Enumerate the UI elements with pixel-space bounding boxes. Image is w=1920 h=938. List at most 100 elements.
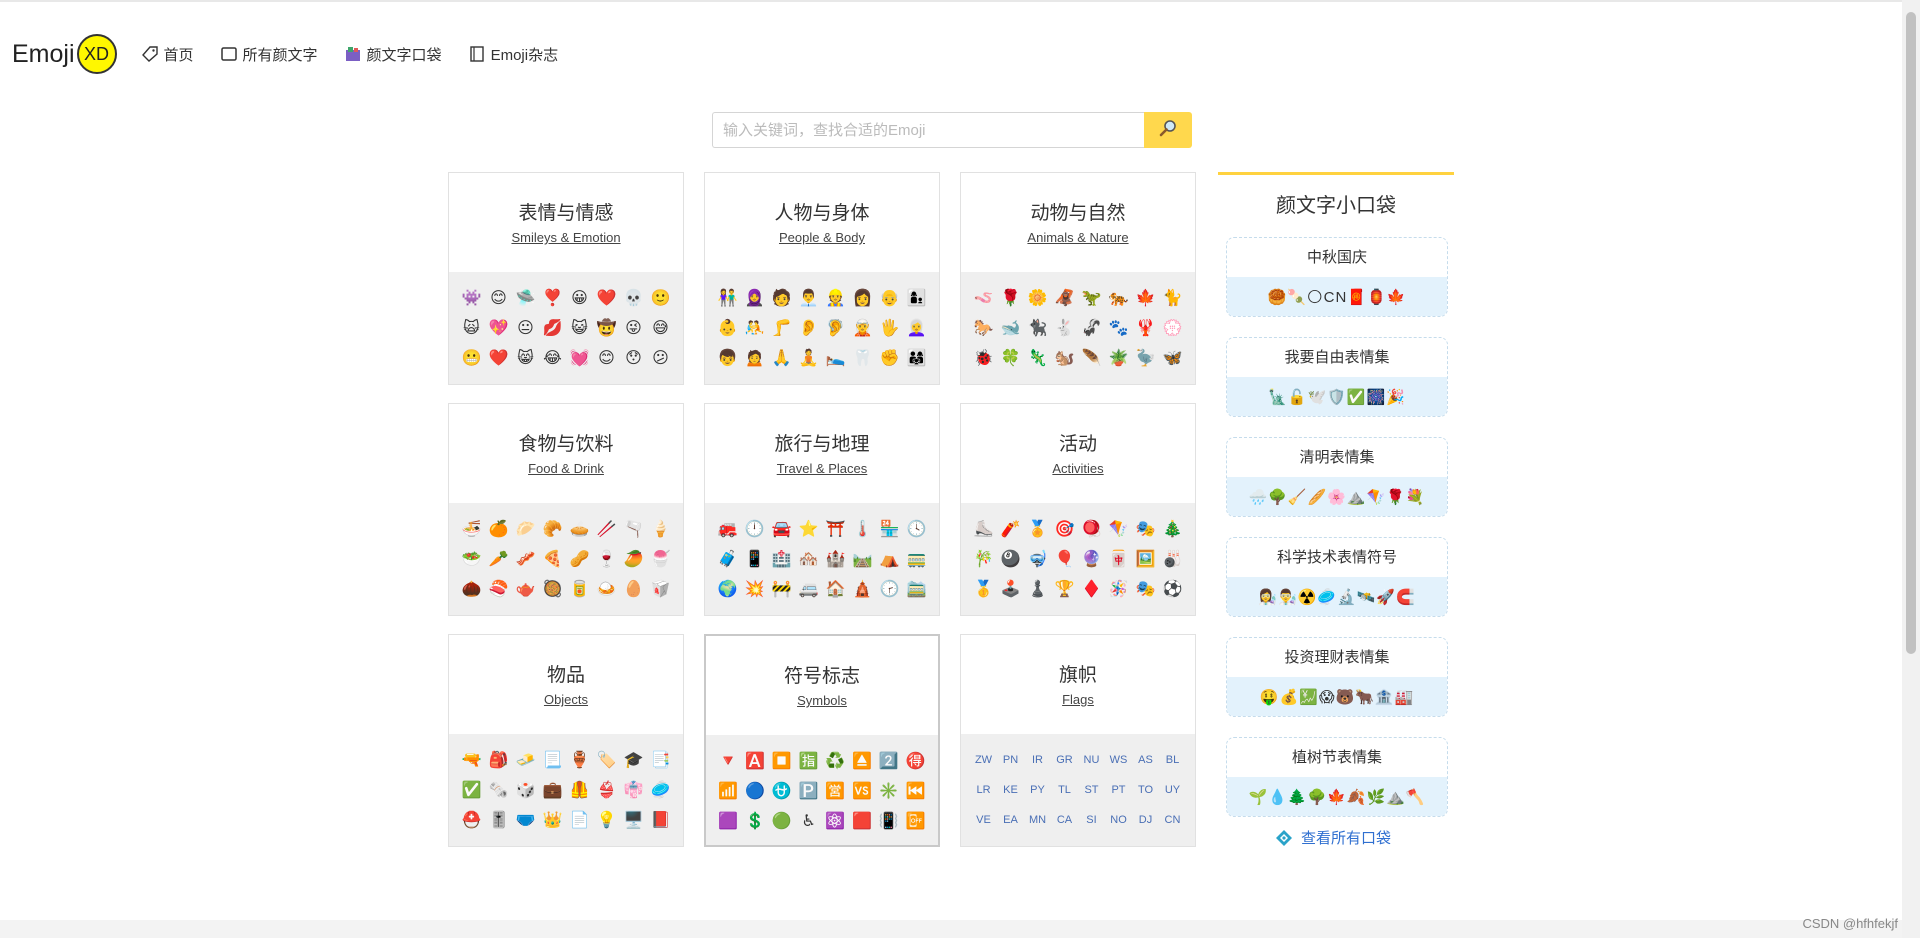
emoji-cell[interactable]: ⚛️: [822, 806, 849, 836]
emoji-cell[interactable]: 🧳: [714, 544, 741, 574]
emoji-cell[interactable]: 🦖: [1078, 283, 1105, 313]
emoji-cell[interactable]: 🎭: [1132, 514, 1159, 544]
emoji-cell[interactable]: 🖼️: [1132, 544, 1159, 574]
emoji-cell[interactable]: 😀: [566, 283, 593, 313]
emoji-cell[interactable]: 🎄: [1159, 514, 1186, 544]
emoji-cell[interactable]: 🗞️: [485, 775, 512, 805]
emoji-cell[interactable]: 🦧: [1051, 283, 1078, 313]
emoji-cell[interactable]: 🪱: [970, 283, 997, 313]
flag-code-cell[interactable]: PN: [997, 745, 1024, 775]
flag-code-cell[interactable]: TO: [1132, 775, 1159, 805]
emoji-cell[interactable]: ✅: [458, 775, 485, 805]
emoji-cell[interactable]: 📶: [715, 776, 742, 806]
emoji-cell[interactable]: 🅿️: [795, 776, 822, 806]
emoji-cell[interactable]: 🏠: [822, 574, 849, 604]
flag-code-cell[interactable]: WS: [1105, 745, 1132, 775]
pocket-item[interactable]: 投资理财表情集 🤑💰💹😱🐻🐂🏦🏭: [1226, 637, 1448, 717]
nav-kaomoji-pocket[interactable]: 颜文字口袋: [344, 44, 442, 65]
emoji-cell[interactable]: 🅰️: [742, 746, 769, 776]
emoji-cell[interactable]: 😐: [512, 313, 539, 343]
scrollbar-thumb[interactable]: [1906, 12, 1916, 654]
emoji-cell[interactable]: 🧝: [849, 313, 876, 343]
emoji-cell[interactable]: 2️⃣: [876, 746, 903, 776]
emoji-cell[interactable]: 🕝: [876, 574, 903, 604]
category-card-travel[interactable]: 旅行与地理 Travel & Places 🚒 🕛 🚘 ⭐ ⛩️ 🌡️ 🏪 🕓 🧳 📱 🏥 🏘️ 🏰 🛤️…: [704, 403, 940, 616]
emoji-cell[interactable]: 😂: [539, 343, 566, 373]
emoji-cell[interactable]: 🙏: [768, 343, 795, 373]
emoji-cell[interactable]: 🐈‍⬛: [1024, 313, 1051, 343]
emoji-cell[interactable]: 📃: [539, 745, 566, 775]
emoji-cell[interactable]: 🥭: [620, 544, 647, 574]
emoji-cell[interactable]: 🐞: [970, 343, 997, 373]
emoji-cell[interactable]: 🥇: [970, 574, 997, 604]
emoji-cell[interactable]: 💼: [539, 775, 566, 805]
emoji-cell[interactable]: 🖥️: [620, 805, 647, 835]
emoji-cell[interactable]: 🎓: [620, 745, 647, 775]
emoji-cell[interactable]: ♟️: [1024, 574, 1051, 604]
emoji-cell[interactable]: 🐿️: [1051, 343, 1078, 373]
emoji-cell[interactable]: 🎋: [970, 544, 997, 574]
emoji-cell[interactable]: 🐈: [1159, 283, 1186, 313]
emoji-cell[interactable]: 📳: [876, 806, 903, 836]
emoji-cell[interactable]: 👩‍👦: [903, 283, 930, 313]
emoji-cell[interactable]: 🎳: [1159, 544, 1186, 574]
category-card-smileys[interactable]: 表情与情感 Smileys & Emotion 👾 😊 🛸 ❣️ 😀 ❤️ 💀 🙂 🙀 💖 😐 💋 😺 🤠…: [448, 172, 684, 385]
emoji-cell[interactable]: 🍧: [647, 544, 674, 574]
emoji-cell[interactable]: 👶: [714, 313, 741, 343]
emoji-cell[interactable]: 💓: [566, 343, 593, 373]
flag-code-cell[interactable]: CN: [1159, 805, 1186, 835]
emoji-cell[interactable]: 👩: [849, 283, 876, 313]
vertical-scrollbar[interactable]: [1902, 0, 1920, 938]
emoji-cell[interactable]: 🐇: [1051, 313, 1078, 343]
flag-code-cell[interactable]: PY: [1024, 775, 1051, 805]
pocket-item[interactable]: 清明表情集 🌧️🌳🧹🥖🌸⛰️🪁🌹💐: [1226, 437, 1448, 517]
flag-code-cell[interactable]: UY: [1159, 775, 1186, 805]
flag-code-cell[interactable]: MN: [1024, 805, 1051, 835]
flag-code-cell[interactable]: PT: [1105, 775, 1132, 805]
emoji-cell[interactable]: 💮: [1159, 313, 1186, 343]
emoji-cell[interactable]: 🥐: [539, 514, 566, 544]
emoji-cell[interactable]: 🪴: [1105, 343, 1132, 373]
emoji-cell[interactable]: 🤼: [741, 313, 768, 343]
card-subtitle-link[interactable]: Smileys & Emotion: [449, 230, 683, 245]
emoji-cell[interactable]: 🌡️: [849, 514, 876, 544]
emoji-cell[interactable]: ♿: [795, 806, 822, 836]
emoji-cell[interactable]: 🍜: [458, 514, 485, 544]
emoji-cell[interactable]: ⛺: [876, 544, 903, 574]
emoji-cell[interactable]: 🫖: [512, 574, 539, 604]
emoji-cell[interactable]: ❤️: [593, 283, 620, 313]
emoji-cell[interactable]: 🧘: [795, 343, 822, 373]
emoji-cell[interactable]: 🈯: [795, 746, 822, 776]
emoji-cell[interactable]: 🦵: [768, 313, 795, 343]
emoji-cell[interactable]: 🍛: [593, 574, 620, 604]
emoji-cell[interactable]: 🐾: [1105, 313, 1132, 343]
pocket-item[interactable]: 科学技术表情符号 👩‍🔬👨‍🔬☢️🥏🔬🛰️🚀🧲: [1226, 537, 1448, 617]
emoji-cell[interactable]: 🏥: [768, 544, 795, 574]
emoji-cell[interactable]: 🦷: [849, 343, 876, 373]
emoji-cell[interactable]: ⛸️: [970, 514, 997, 544]
pocket-item[interactable]: 中秋国庆 🥮🍡🌕CN🧧🏮🍁: [1226, 237, 1448, 317]
flag-code-cell[interactable]: AS: [1132, 745, 1159, 775]
emoji-cell[interactable]: 😸: [512, 343, 539, 373]
emoji-cell[interactable]: 🔵: [742, 776, 769, 806]
emoji-cell[interactable]: 🔻: [715, 746, 742, 776]
emoji-cell[interactable]: 🍣: [485, 574, 512, 604]
emoji-cell[interactable]: 🎒: [485, 745, 512, 775]
card-subtitle-link[interactable]: Flags: [961, 692, 1195, 707]
emoji-cell[interactable]: 🍕: [539, 544, 566, 574]
emoji-cell[interactable]: 🥫: [566, 574, 593, 604]
card-subtitle-link[interactable]: Travel & Places: [705, 461, 939, 476]
emoji-cell[interactable]: 🍀: [997, 343, 1024, 373]
emoji-cell[interactable]: 🏺: [566, 745, 593, 775]
emoji-cell[interactable]: 🌍: [714, 574, 741, 604]
emoji-cell[interactable]: 🍁: [1132, 283, 1159, 313]
emoji-cell[interactable]: 🦋: [1159, 343, 1186, 373]
category-card-objects[interactable]: 物品 Objects 🔫 🎒 🧈 📃 🏺 🏷️ 🎓 📑 ✅ 🗞️ 🎲 💼 🦺 👙 👘 🥏 ⛑️ 🎚️ 🩲 👑 📄 💡 🖥️ 📕: [448, 634, 684, 847]
emoji-cell[interactable]: 🏆: [1051, 574, 1078, 604]
emoji-cell[interactable]: 🍷: [593, 544, 620, 574]
flag-code-cell[interactable]: CA: [1051, 805, 1078, 835]
emoji-cell[interactable]: 🏰: [822, 544, 849, 574]
emoji-cell[interactable]: 🆚: [849, 776, 876, 806]
emoji-cell[interactable]: 👴: [876, 283, 903, 313]
emoji-cell[interactable]: 🔫: [458, 745, 485, 775]
